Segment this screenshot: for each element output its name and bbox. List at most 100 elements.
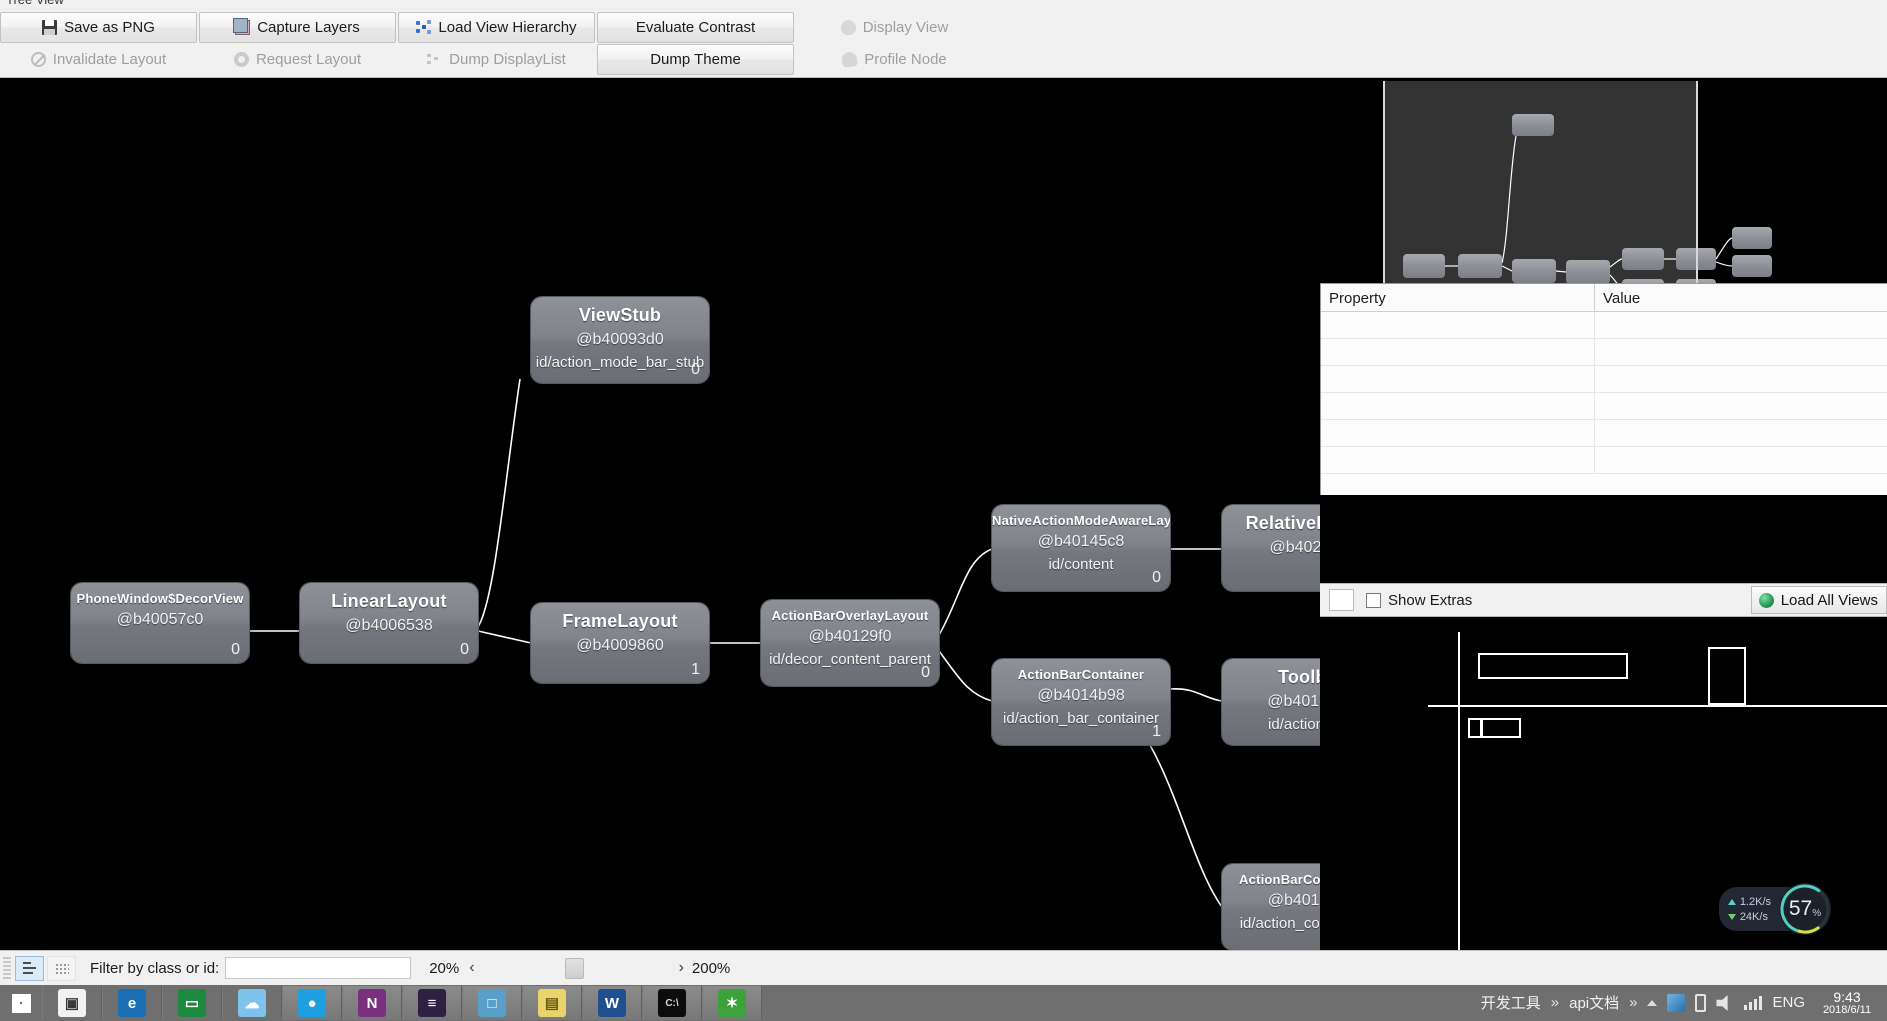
tray-api-docs-label[interactable]: api文档: [1569, 992, 1619, 1013]
property-value-cell: [1595, 420, 1887, 446]
node-address: @b4009860: [576, 637, 664, 654]
preview-box-content: [1481, 718, 1521, 738]
node-address: @b40129f0: [808, 628, 892, 645]
show-hidden-icons-icon[interactable]: [1647, 999, 1658, 1006]
signal-bars-icon[interactable]: [1744, 995, 1763, 1010]
minimap-viewport[interactable]: [1383, 81, 1698, 283]
property-row[interactable]: [1321, 366, 1887, 393]
taskbar-item-command-prompt[interactable]: C:\: [642, 986, 702, 1020]
toolbar-button-load-view-hierarchy[interactable]: Load View Hierarchy: [398, 12, 595, 43]
node-id: id/action_bar: [1268, 716, 1320, 733]
color-swatch[interactable]: [1329, 589, 1354, 611]
tray-api-docs-overflow-icon[interactable]: »: [1629, 994, 1637, 1011]
property-table-body: [1321, 312, 1887, 474]
filter-input[interactable]: [225, 957, 412, 979]
node-title: ActionBarContainer: [1017, 667, 1145, 682]
toggle-tree-view-button[interactable]: [15, 955, 44, 981]
property-value-cell: [1595, 312, 1887, 338]
tray-dev-tools-label[interactable]: 开发工具: [1481, 992, 1541, 1013]
zoom-out-button[interactable]: ‹: [469, 959, 474, 977]
start-button[interactable]: [0, 985, 42, 1021]
status-bar: Filter by class or id: 20% ‹ › 200%: [0, 950, 1887, 985]
preview-vertical-divider: [1458, 632, 1460, 950]
tree-node-actionbarcontainer[interactable]: ActionBarContainer @b4014b98 id/action_bar…: [992, 659, 1170, 745]
volume-icon[interactable]: [1716, 995, 1728, 1011]
property-row[interactable]: [1321, 312, 1887, 339]
taskbar-item-onedrive[interactable]: ☁: [222, 986, 282, 1020]
property-panel: Property Value: [1320, 283, 1887, 495]
toolbar-button-label: Invalidate Layout: [52, 51, 167, 68]
language-indicator[interactable]: ENG: [1772, 994, 1805, 1011]
node-title: Toolbar: [1277, 667, 1320, 687]
node-address: @b40093d0: [576, 331, 664, 348]
system-tray: 开发工具 » api文档 » ENG 9:43 2018/6/11: [1481, 990, 1887, 1016]
tree-canvas[interactable]: PhoneWindow$DecorView @b40057c0 0 LinearLay…: [0, 79, 1320, 950]
tree-node-actionbarcontextview[interactable]: ActionBarContextView @b401a1c0 id/action_c…: [1222, 864, 1320, 950]
taskbar-item-notes-app[interactable]: ▤: [522, 986, 582, 1020]
tree-node-toolbar[interactable]: Toolbar @b4018a30 id/action_bar: [1222, 659, 1320, 745]
tray-dev-tools-overflow-icon[interactable]: »: [1551, 994, 1559, 1011]
network-tray-icon[interactable]: [1667, 993, 1686, 1012]
node-title: ActionBarOverlayLayout: [771, 608, 929, 623]
property-row[interactable]: [1321, 393, 1887, 420]
node-address: @b40145c8: [1037, 533, 1125, 550]
toolbar-button-save-as-png[interactable]: Save as PNG: [0, 12, 197, 43]
zoom-min-label: 20%: [429, 959, 460, 977]
tree-node-nativeactionmodeawarelayout[interactable]: NativeActionModeAwareLayout @b40145c8 id/c…: [992, 505, 1170, 591]
tree-node-viewstub[interactable]: ViewStub @b40093d0 id/action_mode_bar_stub…: [531, 297, 709, 383]
toolbar-button-dump-theme[interactable]: Dump Theme: [597, 44, 794, 75]
arrow-down-icon: [1727, 913, 1736, 920]
property-row[interactable]: [1321, 339, 1887, 366]
tree-node-relativelayout[interactable]: RelativeLayout @b4021f10: [1222, 505, 1320, 591]
column-header-value[interactable]: Value: [1595, 284, 1887, 312]
preview-horizontal-divider: [1428, 705, 1887, 707]
node-count: 0: [691, 361, 700, 378]
node-title: RelativeLayout: [1245, 513, 1320, 533]
toolbar-button-label: Save as PNG: [64, 19, 155, 36]
property-row[interactable]: [1321, 447, 1887, 474]
taskbar-item-windows-store[interactable]: ▭: [162, 986, 222, 1020]
taskbar-item-internet-explorer[interactable]: e: [102, 986, 162, 1020]
property-row[interactable]: [1321, 420, 1887, 447]
android-studio-icon: ✶: [718, 989, 746, 1017]
network-speed-widget[interactable]: 1.2K/s 24K/s 57%: [1718, 883, 1831, 935]
clock[interactable]: 9:43 2018/6/11: [1815, 990, 1879, 1016]
tree-node-linearlayout[interactable]: LinearLayout @b4006538 0: [300, 583, 478, 663]
node-id: id/content: [1048, 556, 1114, 573]
node-address: @b401a1c0: [1267, 892, 1320, 909]
taskbar-item-task-view[interactable]: ▣: [42, 986, 102, 1020]
ban-icon: [30, 52, 46, 67]
taskbar-item-explorer-window[interactable]: □: [462, 986, 522, 1020]
taskbar-item-onenote[interactable]: N: [342, 986, 402, 1020]
taskbar-item-browser-app[interactable]: ≡: [402, 986, 462, 1020]
column-header-property[interactable]: Property: [1321, 284, 1595, 312]
tree-node-framelayout[interactable]: FrameLayout @b4009860 1: [531, 603, 709, 683]
zoom-in-button[interactable]: ›: [679, 959, 684, 977]
layout-preview[interactable]: 1.2K/s 24K/s 57%: [1320, 617, 1887, 950]
node-count: 1: [691, 661, 700, 678]
show-extras-checkbox[interactable]: [1366, 592, 1381, 608]
tree-node-phonewindow-decorview[interactable]: PhoneWindow$DecorView @b40057c0 0: [71, 583, 249, 663]
property-name-cell: [1321, 420, 1595, 446]
battery-icon[interactable]: [1695, 993, 1707, 1012]
toggle-grid-view-button[interactable]: [47, 955, 76, 981]
taskbar-item-word[interactable]: W: [582, 986, 642, 1020]
node-id: id/decor_content_parent: [769, 651, 931, 668]
node-id: id/action_context_bar: [1239, 915, 1320, 932]
taskbar-item-android-studio[interactable]: ✶: [702, 986, 762, 1020]
tree-node-actionbaroverlaylayout[interactable]: ActionBarOverlayLayout @b40129f0 id/decor_…: [761, 600, 939, 686]
toolbar-button-evaluate-contrast[interactable]: Evaluate Contrast: [597, 12, 794, 43]
globe-icon: [1758, 592, 1774, 608]
taskbar-item-cloud-app[interactable]: ●: [282, 986, 342, 1020]
toolbar-button-capture-layers[interactable]: Capture Layers: [199, 12, 396, 43]
minimap-overview[interactable]: [1320, 79, 1887, 283]
drag-handle[interactable]: [3, 957, 11, 979]
taskbar-items: ▣ e ▭ ☁ ● N ≡ □ ▤ W C:\ ✶: [42, 986, 762, 1020]
zoom-slider-thumb[interactable]: [564, 958, 584, 979]
toolbar-button-label: Load View Hierarchy: [438, 19, 577, 36]
zoom-slider[interactable]: [486, 957, 669, 979]
preview-box-title: [1478, 653, 1628, 679]
right-panel: Property Value Show Extras Load All View…: [1320, 79, 1887, 950]
dump-icon: [427, 52, 442, 67]
load-all-views-button[interactable]: Load All Views: [1750, 586, 1887, 614]
